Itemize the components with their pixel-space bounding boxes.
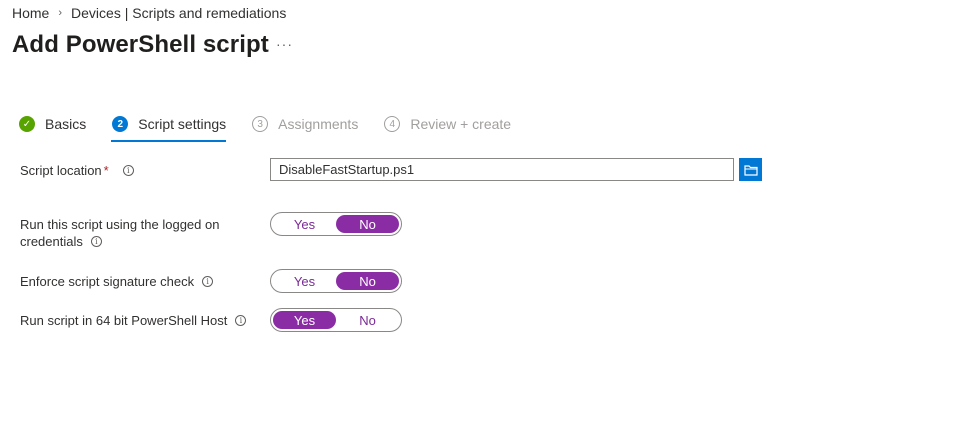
script-location-label: Script location * xyxy=(20,162,109,179)
host-64bit-toggle[interactable]: Yes No xyxy=(270,308,402,332)
more-options-icon[interactable]: ··· xyxy=(276,36,293,52)
info-icon[interactable]: i xyxy=(235,315,247,326)
signature-check-label: Enforce script signature check xyxy=(20,274,195,289)
script-location-input[interactable]: DisableFastStartup.ps1 xyxy=(270,158,734,181)
script-location-label-text: Script location xyxy=(20,163,102,178)
logged-on-credentials-label-line1: Run this script using the logged on xyxy=(20,217,220,232)
signature-check-toggle[interactable]: Yes No xyxy=(270,269,402,293)
tab-review-create-label: Review + create xyxy=(410,116,512,132)
host-64bit-no-option[interactable]: No xyxy=(336,311,399,329)
tab-script-settings-label: Script settings xyxy=(138,116,227,132)
logged-on-credentials-toggle[interactable]: Yes No xyxy=(270,212,402,236)
info-icon[interactable]: i xyxy=(90,236,102,247)
tab-assignments[interactable]: 3 Assignments xyxy=(252,115,358,143)
required-marker: * xyxy=(103,163,109,178)
signature-no-option[interactable]: No xyxy=(336,272,399,290)
logged-on-credentials-row: Run this script using the logged on cred… xyxy=(20,216,219,250)
tab-basics[interactable]: ✓ Basics xyxy=(19,115,86,143)
tab-review-create[interactable]: 4 Review + create xyxy=(384,115,511,143)
breadcrumb: Home › Devices | Scripts and remediation… xyxy=(12,5,286,21)
browse-file-button[interactable] xyxy=(739,158,762,181)
chevron-right-icon: › xyxy=(58,7,63,19)
host-64bit-yes-option[interactable]: Yes xyxy=(273,311,336,329)
tab-script-settings[interactable]: 2 Script settings xyxy=(111,115,227,143)
logged-on-credentials-label-line2: credentials xyxy=(20,234,83,249)
step-number-3-icon: 3 xyxy=(252,116,269,132)
logged-on-yes-option[interactable]: Yes xyxy=(273,215,336,233)
script-location-row: Script location * i xyxy=(20,162,134,179)
breadcrumb-home-link[interactable]: Home xyxy=(12,5,49,21)
info-icon[interactable]: i xyxy=(122,165,134,176)
logged-on-credentials-label-line2-wrap: credentials i xyxy=(20,233,219,250)
info-icon[interactable]: i xyxy=(202,276,214,287)
folder-icon xyxy=(743,164,758,176)
tab-basics-label: Basics xyxy=(45,116,87,132)
page-title: Add PowerShell script xyxy=(12,31,269,58)
script-location-value: DisableFastStartup.ps1 xyxy=(279,162,415,177)
host-64bit-label: Run script in 64 bit PowerShell Host xyxy=(20,313,228,328)
step-number-2-icon: 2 xyxy=(112,116,129,132)
wizard-steps: ✓ Basics 2 Script settings 3 Assignments… xyxy=(19,115,537,143)
signature-check-row: Enforce script signature check i xyxy=(20,273,214,290)
checkmark-icon: ✓ xyxy=(19,116,35,132)
step-number-4-icon: 4 xyxy=(384,116,401,132)
tab-assignments-label: Assignments xyxy=(278,116,359,132)
logged-on-no-option[interactable]: No xyxy=(336,215,399,233)
host-64bit-row: Run script in 64 bit PowerShell Host i xyxy=(20,312,247,329)
breadcrumb-devices-link[interactable]: Devices | Scripts and remediations xyxy=(71,5,286,21)
signature-yes-option[interactable]: Yes xyxy=(273,272,336,290)
